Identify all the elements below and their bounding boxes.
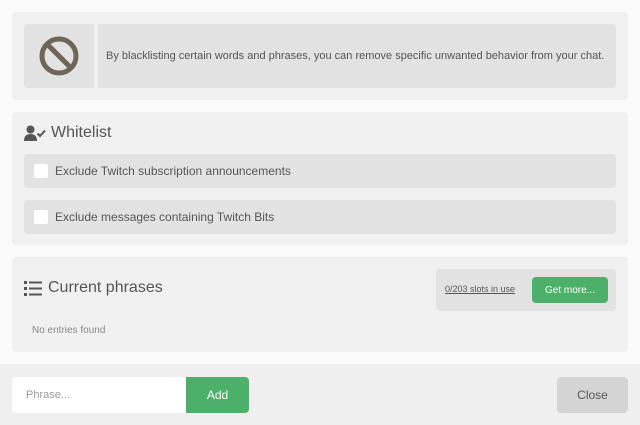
option-label: Exclude messages containing Twitch Bits: [55, 210, 275, 224]
empty-state-text: No entries found: [32, 325, 106, 336]
option-label: Exclude Twitch subscription announcement…: [55, 164, 291, 178]
info-panel: By blacklisting certain words and phrase…: [12, 12, 628, 100]
whitelist-heading: Whitelist: [24, 124, 111, 142]
add-button[interactable]: Add: [186, 377, 249, 413]
slots-usage-link[interactable]: 0/203 slots in use: [445, 284, 515, 294]
phrases-heading: Current phrases: [24, 279, 163, 297]
whitelist-title: Whitelist: [51, 124, 112, 141]
ban-icon: [39, 36, 79, 76]
close-button[interactable]: Close: [557, 377, 628, 413]
info-icon-box: [24, 24, 94, 88]
phrase-input[interactable]: [12, 377, 186, 413]
user-check-icon: [24, 125, 46, 141]
info-text: By blacklisting certain words and phrase…: [98, 24, 616, 88]
bits-checkbox[interactable]: [34, 210, 48, 224]
get-more-button[interactable]: Get more...: [532, 277, 608, 303]
phrases-title: Current phrases: [48, 279, 163, 296]
option-exclude-bits[interactable]: Exclude messages containing Twitch Bits: [24, 200, 616, 234]
slots-box: 0/203 slots in use Get more...: [436, 269, 616, 311]
option-exclude-subscriptions[interactable]: Exclude Twitch subscription announcement…: [24, 154, 616, 188]
subscriptions-checkbox[interactable]: [34, 164, 48, 178]
list-icon: [24, 280, 42, 296]
whitelist-panel: Whitelist Exclude Twitch subscription an…: [12, 112, 628, 245]
footer-bar: Add Close: [0, 364, 640, 425]
phrases-panel: Current phrases 0/203 slots in use Get m…: [12, 257, 628, 352]
